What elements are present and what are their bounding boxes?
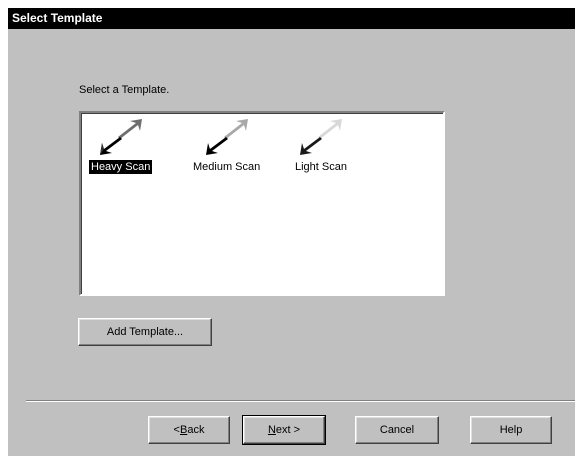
template-item-light-scan[interactable]: Light Scan	[293, 119, 349, 174]
template-prompt: Select a Template.	[79, 84, 170, 96]
template-item-heavy-scan[interactable]: Heavy Scan	[89, 119, 153, 174]
back-accelerator: B	[179, 424, 188, 436]
template-item-medium-scan[interactable]: Medium Scan	[191, 119, 262, 174]
add-template-button[interactable]: Add Template...	[78, 318, 212, 346]
back-button[interactable]: < Back	[148, 416, 230, 444]
heavy-scan-icon	[99, 119, 142, 155]
help-button[interactable]: Help	[470, 416, 552, 444]
template-label: Light Scan	[295, 161, 347, 173]
select-template-dialog: Select Template Select a Template. Heavy…	[8, 8, 575, 456]
light-scan-icon	[299, 119, 342, 155]
next-label-rest: ext >	[275, 424, 301, 436]
medium-scan-icon	[205, 119, 248, 155]
next-accelerator: N	[267, 424, 276, 436]
template-label: Medium Scan	[193, 161, 261, 173]
template-list[interactable]: Heavy Scan Medium Scan Light Scan	[79, 111, 445, 296]
back-label-rest: ack	[187, 424, 205, 436]
next-button[interactable]: Next >	[242, 415, 326, 445]
button-divider	[26, 400, 575, 402]
window-title: Select Template	[8, 8, 575, 29]
cancel-button[interactable]: Cancel	[355, 416, 439, 444]
template-label: Heavy Scan	[89, 160, 153, 174]
